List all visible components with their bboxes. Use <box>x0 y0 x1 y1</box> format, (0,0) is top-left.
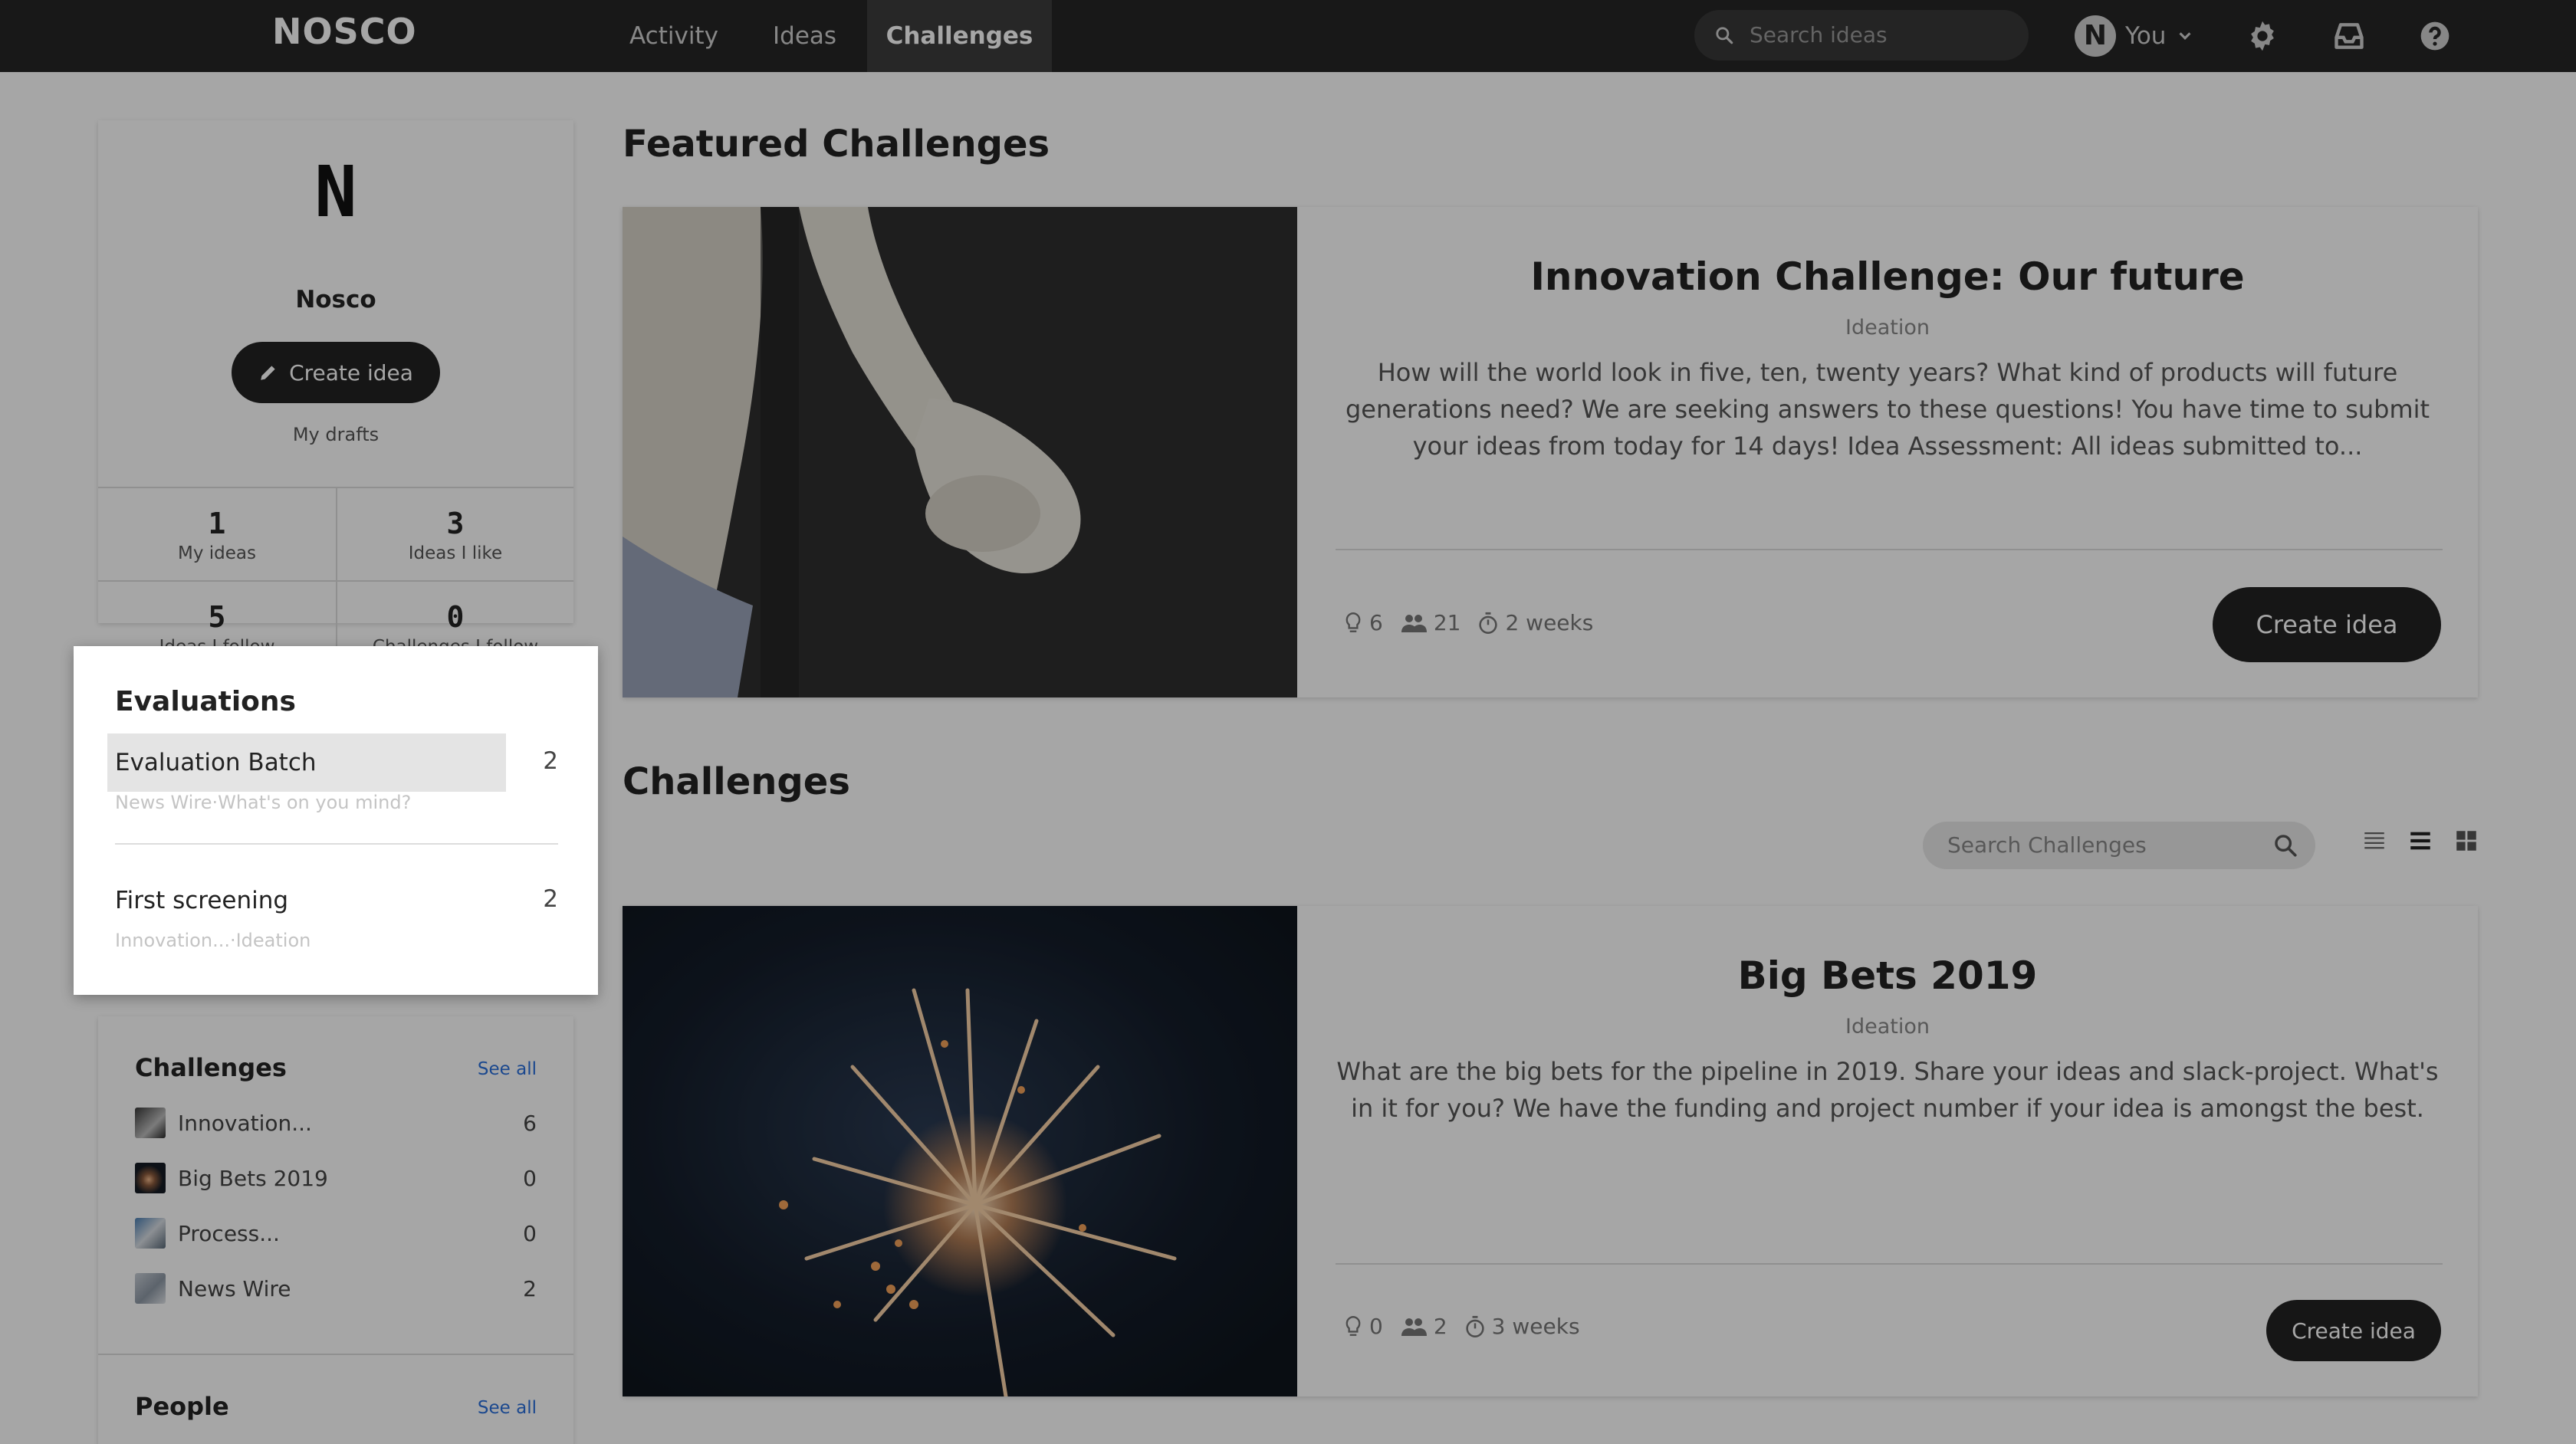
evaluation-count: 2 <box>543 885 558 913</box>
evaluation-count: 2 <box>543 747 558 775</box>
evaluation-item-first-screening[interactable]: First screening <box>107 871 506 930</box>
evaluation-subtitle: Innovation...·Ideation <box>115 930 311 951</box>
divider <box>115 843 558 845</box>
evaluations-title: Evaluations <box>115 686 296 717</box>
evaluation-item-evaluation-batch[interactable]: Evaluation Batch <box>107 733 506 792</box>
evaluation-subtitle: News Wire·What's on you mind? <box>115 792 412 813</box>
evaluations-popover: Evaluations Evaluation Batch 2 News Wire… <box>74 646 598 995</box>
